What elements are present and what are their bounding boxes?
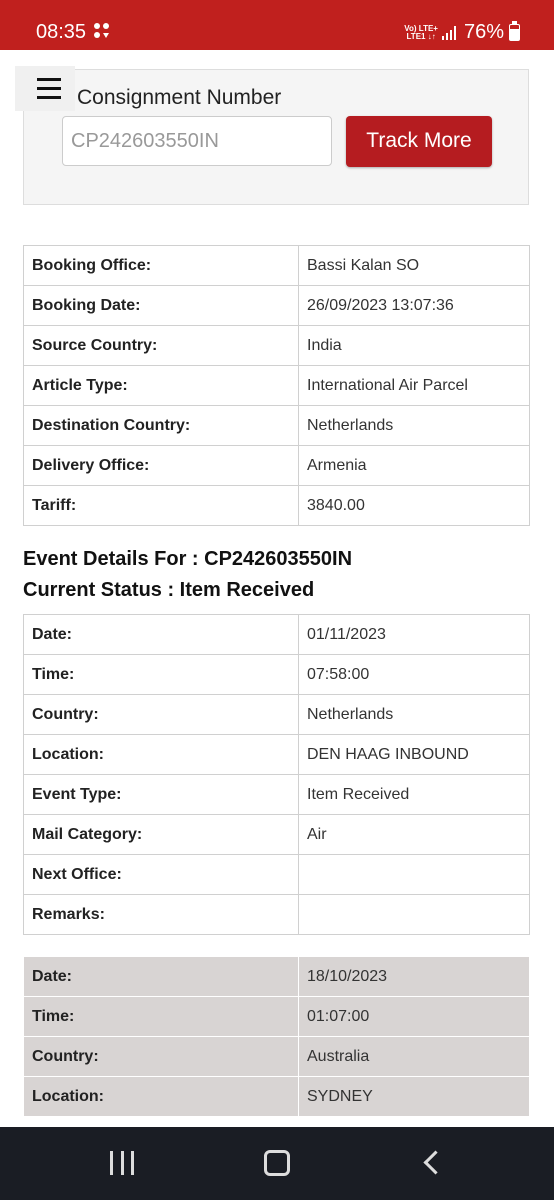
event-table-2: Date: 18/10/2023 Time: 01:07:00 Country: Au… <box>23 956 530 1117</box>
battery-percent: 76% <box>463 21 504 43</box>
row-label: Destination Country: <box>23 405 299 446</box>
row-value: 07:58:00 <box>298 654 530 695</box>
row-label: Booking Date: <box>23 285 299 326</box>
row-label: Booking Office: <box>23 245 299 286</box>
track-more-button[interactable]: Track More <box>346 116 492 167</box>
row-label: Date: <box>23 956 299 997</box>
current-status-heading: Current Status : Item Received <box>23 579 315 601</box>
event-table-1: Date: 01/11/2023 Time: 07:58:00 Country: Ne… <box>23 614 530 935</box>
hamburger-menu-icon[interactable] <box>15 66 75 111</box>
row-label: Next Office: <box>23 854 299 895</box>
home-icon[interactable] <box>264 1150 290 1176</box>
row-label: Remarks: <box>23 894 299 935</box>
signal-icon <box>441 25 458 40</box>
row-label: Delivery Office: <box>23 445 299 486</box>
network-type: Vo) LTE+ LTE1 ↓↑ <box>404 24 438 41</box>
row-value: Bassi Kalan SO <box>298 245 530 286</box>
row-label: Location: <box>23 734 299 775</box>
table-row: Location: DEN HAAG INBOUND <box>23 734 530 775</box>
notification-icon <box>94 23 109 38</box>
table-row: Time: 07:58:00 <box>23 654 530 695</box>
table-row: Next Office: <box>23 854 530 895</box>
network-bottom-label: LTE1 ↓↑ <box>406 31 436 41</box>
event-details-heading: Event Details For : CP242603550IN <box>23 548 353 570</box>
booking-details-table: Booking Office: Bassi Kalan SO Booking Da… <box>23 245 530 526</box>
table-row: Destination Country: Netherlands <box>23 405 530 446</box>
table-row: Remarks: <box>23 894 530 935</box>
row-label: Mail Category: <box>23 814 299 855</box>
row-label: Time: <box>23 654 299 695</box>
table-row: Location: SYDNEY <box>23 1076 530 1117</box>
row-value: Air <box>298 814 530 855</box>
row-value: Armenia <box>298 445 530 486</box>
row-value: Australia <box>298 1036 530 1077</box>
table-row: Article Type: International Air Parcel <box>23 365 530 406</box>
row-label: Tariff: <box>23 485 299 526</box>
row-value: India <box>298 325 530 366</box>
table-row: Date: 18/10/2023 <box>23 956 530 997</box>
row-label: Country: <box>23 694 299 735</box>
row-value: Netherlands <box>298 694 530 735</box>
table-row: Country: Netherlands <box>23 694 530 735</box>
row-value: International Air Parcel <box>298 365 530 406</box>
row-value: 18/10/2023 <box>298 956 530 997</box>
battery-icon <box>509 21 520 41</box>
table-row: Booking Office: Bassi Kalan SO <box>23 245 530 286</box>
back-icon[interactable] <box>423 1150 448 1175</box>
table-row: Source Country: India <box>23 325 530 366</box>
row-value: Item Received <box>298 774 530 815</box>
navigation-bar <box>0 1127 554 1200</box>
status-bar: 08:35 Vo) LTE+ LTE1 ↓↑ 76% <box>0 0 554 50</box>
table-row: Country: Australia <box>23 1036 530 1077</box>
table-row: Time: 01:07:00 <box>23 996 530 1037</box>
table-row: Booking Date: 26/09/2023 13:07:36 <box>23 285 530 326</box>
row-value: DEN HAAG INBOUND <box>298 734 530 775</box>
table-row: Date: 01/11/2023 <box>23 614 530 655</box>
status-indicators: Vo) LTE+ LTE1 ↓↑ 76% <box>404 21 520 44</box>
row-value: 3840.00 <box>298 485 530 526</box>
table-row: Event Type: Item Received <box>23 774 530 815</box>
row-value: 01/11/2023 <box>298 614 530 655</box>
recent-apps-icon[interactable] <box>110 1151 134 1175</box>
table-row: Delivery Office: Armenia <box>23 445 530 486</box>
row-label: Date: <box>23 614 299 655</box>
status-time: 08:35 <box>36 21 87 43</box>
row-value: 26/09/2023 13:07:36 <box>298 285 530 326</box>
row-label: Time: <box>23 996 299 1037</box>
row-label: Source Country: <box>23 325 299 366</box>
row-value: SYDNEY <box>298 1076 530 1117</box>
row-value: Netherlands <box>298 405 530 446</box>
row-label: Location: <box>23 1076 299 1117</box>
table-row: Tariff: 3840.00 <box>23 485 530 526</box>
row-label: Country: <box>23 1036 299 1077</box>
table-row: Mail Category: Air <box>23 814 530 855</box>
consignment-number-label: Consignment Number <box>77 86 282 109</box>
row-label: Event Type: <box>23 774 299 815</box>
row-label: Article Type: <box>23 365 299 406</box>
row-value: 01:07:00 <box>298 996 530 1037</box>
consignment-number-input[interactable]: CP242603550IN <box>62 116 332 166</box>
row-value <box>298 854 530 895</box>
row-value <box>298 894 530 935</box>
